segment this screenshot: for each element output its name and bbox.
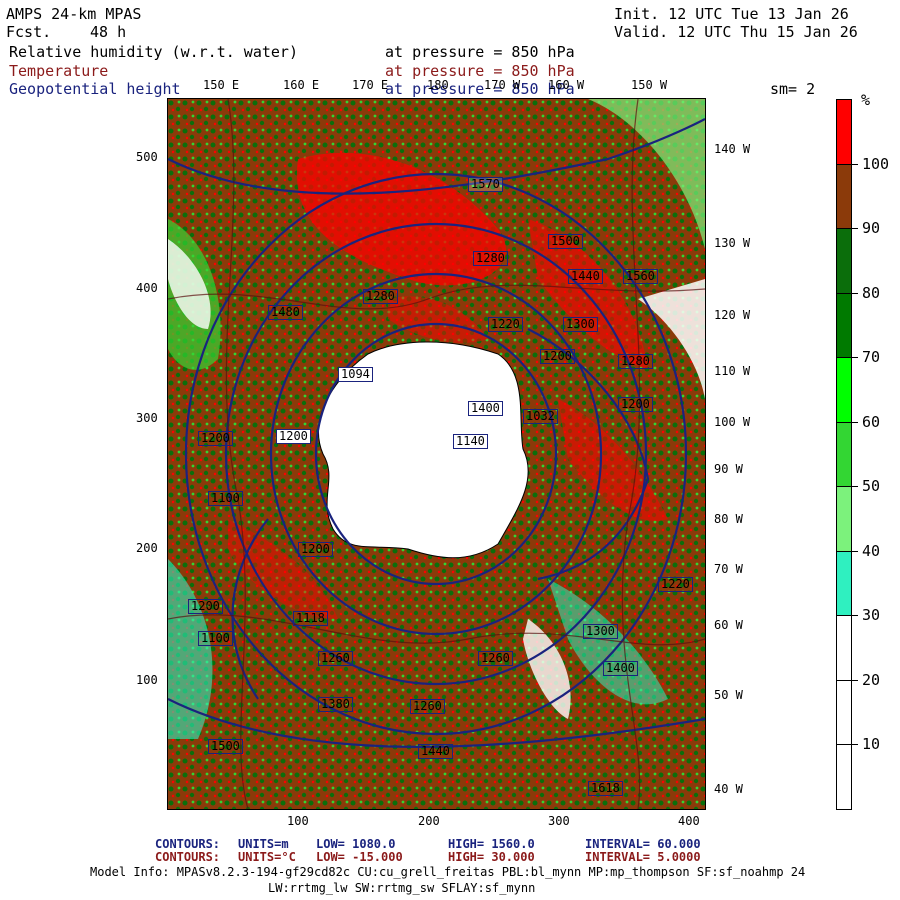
lon-label-right: 120 W xyxy=(714,308,751,322)
colorbar-label: 40 xyxy=(862,541,881,560)
y-tick-label: 400 xyxy=(136,281,158,295)
colorbar xyxy=(836,99,852,810)
colorbar-bin xyxy=(836,292,852,359)
lon-label-right: 50 W xyxy=(714,688,743,702)
lon-label-right: 40 W xyxy=(714,782,743,796)
x-tick-label: 200 xyxy=(418,814,440,828)
field-rh-name: Relative humidity (w.r.t. water) xyxy=(9,43,298,61)
colorbar-bin xyxy=(836,550,852,617)
lon-label-right: 100 W xyxy=(714,415,751,429)
colorbar-bin xyxy=(836,679,852,746)
contour-temp-units: UNITS=°C xyxy=(238,850,296,864)
colorbar-bin xyxy=(836,486,852,552)
lon-label-right: 130 W xyxy=(714,236,751,250)
colorbar-bin xyxy=(836,615,852,681)
field-rh-level: at pressure = 850 hPa xyxy=(385,43,575,61)
colorbar-label: 90 xyxy=(862,219,881,238)
lon-label-top: 170 W xyxy=(484,78,521,92)
y-tick-label: 500 xyxy=(136,150,158,164)
colorbar-tick xyxy=(852,679,858,681)
colorbar-label: 10 xyxy=(862,735,881,754)
field-height-name: Geopotential height xyxy=(9,80,181,98)
x-tick-label: 400 xyxy=(678,814,700,828)
init-time: Init. 12 UTC Tue 13 Jan 26 xyxy=(614,5,849,23)
model-info-line-2: LW:rrtmg_lw SW:rrtmg_sw SFLAY:sf_mynn xyxy=(268,881,536,895)
colorbar-label: 80 xyxy=(862,283,881,302)
y-tick-label: 200 xyxy=(136,541,158,555)
contour-temp-interval: INTERVAL= 5.0000 xyxy=(585,850,701,864)
x-tick-label: 100 xyxy=(287,814,309,828)
colorbar-tick xyxy=(852,357,858,359)
lon-label-right: 110 W xyxy=(714,364,751,378)
colorbar-bin xyxy=(836,99,852,165)
lon-label-right: 70 W xyxy=(714,562,743,576)
lon-label-right: 90 W xyxy=(714,462,743,476)
contour-temp-low: LOW= -15.000 xyxy=(316,850,403,864)
colorbar-bin xyxy=(836,228,852,294)
contour-temp-high: HIGH= 30.000 xyxy=(448,850,535,864)
y-tick-label: 300 xyxy=(136,411,158,425)
field-temp-name: Temperature xyxy=(9,62,109,80)
lon-label-top: 180 xyxy=(427,78,449,92)
x-tick-label: 300 xyxy=(548,814,570,828)
colorbar-label: 60 xyxy=(862,412,881,431)
lon-label-right: 80 W xyxy=(714,512,743,526)
colorbar-tick xyxy=(852,550,858,552)
lon-label-top: 150 W xyxy=(631,78,668,92)
colorbar-bin xyxy=(836,357,852,423)
model-title: AMPS 24-km MPAS xyxy=(6,5,142,23)
lon-label-right: 140 W xyxy=(714,142,751,156)
colorbar-bin xyxy=(836,163,852,230)
field-height-level: at pressure = 850 hPa xyxy=(385,80,575,98)
colorbar-tick xyxy=(852,292,858,294)
y-tick-label: 100 xyxy=(136,673,158,687)
smoothing-label: sm= 2 xyxy=(770,80,816,98)
lon-label-top: 170 E xyxy=(352,78,389,92)
lon-label-top: 160 E xyxy=(283,78,320,92)
map-frame xyxy=(167,98,706,810)
contour-temp-label: CONTOURS: xyxy=(155,850,221,864)
colorbar-tick xyxy=(852,228,858,230)
colorbar-bin xyxy=(836,421,852,488)
colorbar-tick xyxy=(852,163,858,165)
colorbar-label: 30 xyxy=(862,606,881,625)
lon-label-top: 150 E xyxy=(203,78,240,92)
lon-label-right: 60 W xyxy=(714,618,743,632)
colorbar-tick xyxy=(852,744,858,746)
colorbar-label: 100 xyxy=(862,154,890,173)
colorbar-tick xyxy=(852,486,858,488)
forecast-value: 48 h xyxy=(90,23,127,41)
colorbar-tick xyxy=(852,615,858,617)
colorbar-label: 50 xyxy=(862,477,881,496)
colorbar-tick xyxy=(852,421,858,423)
colorbar-label: 20 xyxy=(862,670,881,689)
colorbar-unit: % xyxy=(861,91,871,109)
valid-time: Valid. 12 UTC Thu 15 Jan 26 xyxy=(614,23,858,41)
model-info-line-1: Model Info: MPASv8.2.3-194-gf29cd82c CU:… xyxy=(90,865,806,879)
field-temp-level: at pressure = 850 hPa xyxy=(385,62,575,80)
forecast-label: Fcst. xyxy=(6,23,52,41)
colorbar-label: 70 xyxy=(862,348,881,367)
colorbar-bin xyxy=(836,744,852,810)
lon-label-top: 160 W xyxy=(548,78,585,92)
